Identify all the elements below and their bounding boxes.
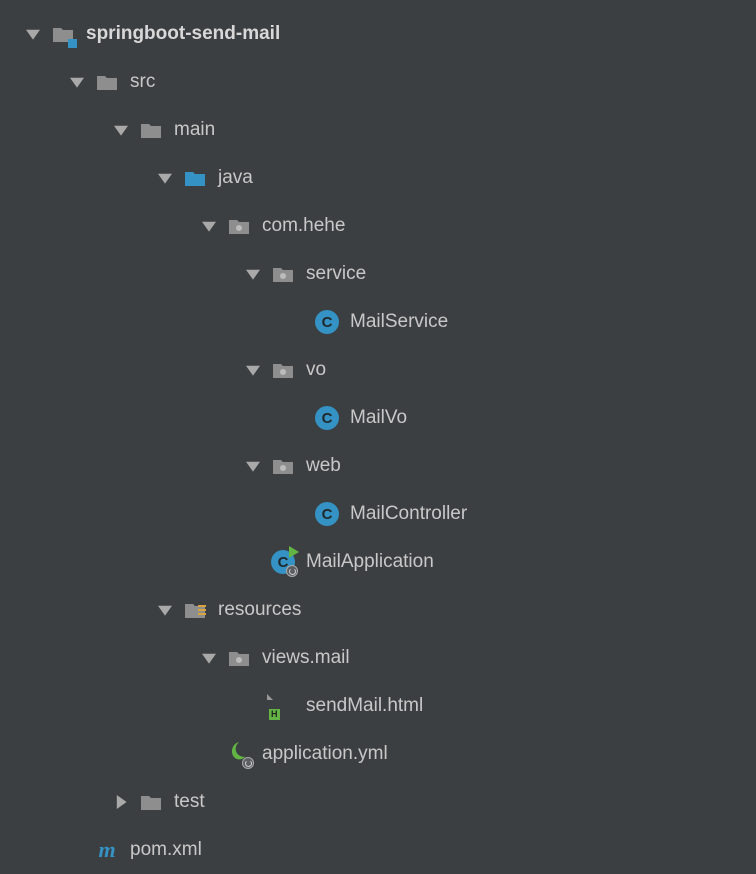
tree-node-label: springboot-send-mail <box>86 23 280 45</box>
folder-icon <box>94 69 120 95</box>
tree-node-main[interactable]: main <box>0 106 756 154</box>
package-icon <box>270 261 296 287</box>
tree-node-label: sendMail.html <box>306 695 423 717</box>
tree-node-mail-vo[interactable]: C MailVo <box>0 394 756 442</box>
chevron-down-icon[interactable] <box>110 119 132 141</box>
package-icon <box>270 357 296 383</box>
tree-node-label: pom.xml <box>130 839 202 861</box>
tree-node-web[interactable]: web <box>0 442 756 490</box>
tree-node-mail-application[interactable]: C MailApplication <box>0 538 756 586</box>
tree-node-label: main <box>174 119 215 141</box>
chevron-down-icon[interactable] <box>242 455 264 477</box>
tree-node-package-root[interactable]: com.hehe <box>0 202 756 250</box>
tree-node-label: application.yml <box>262 743 388 765</box>
tree-node-resources[interactable]: resources <box>0 586 756 634</box>
html-file-icon: H <box>270 693 296 719</box>
tree-node-vo[interactable]: vo <box>0 346 756 394</box>
tree-node-label: MailVo <box>350 407 407 429</box>
source-folder-icon <box>182 165 208 191</box>
tree-node-service[interactable]: service <box>0 250 756 298</box>
chevron-down-icon[interactable] <box>22 23 44 45</box>
chevron-down-icon[interactable] <box>242 263 264 285</box>
chevron-down-icon[interactable] <box>66 71 88 93</box>
tree-node-label: views.mail <box>262 647 350 669</box>
tree-node-label: service <box>306 263 366 285</box>
java-class-icon: C <box>314 405 340 431</box>
tree-node-src[interactable]: src <box>0 58 756 106</box>
chevron-right-icon[interactable] <box>110 791 132 813</box>
tree-node-mail-controller[interactable]: C MailController <box>0 490 756 538</box>
module-folder-icon <box>50 21 76 47</box>
tree-node-label: web <box>306 455 341 477</box>
tree-node-label: vo <box>306 359 326 381</box>
tree-node-label: test <box>174 791 205 813</box>
tree-node-application-yml[interactable]: application.yml <box>0 730 756 778</box>
folder-icon <box>138 789 164 815</box>
tree-node-java[interactable]: java <box>0 154 756 202</box>
tree-node-label: src <box>130 71 155 93</box>
tree-node-label: MailService <box>350 311 448 333</box>
java-class-icon: C <box>314 501 340 527</box>
java-class-icon: C <box>314 309 340 335</box>
maven-file-icon: m <box>94 837 120 863</box>
tree-node-send-mail-html[interactable]: H sendMail.html <box>0 682 756 730</box>
tree-node-label: com.hehe <box>262 215 345 237</box>
chevron-down-icon[interactable] <box>154 167 176 189</box>
folder-icon <box>138 117 164 143</box>
java-runnable-class-icon: C <box>270 549 296 575</box>
chevron-down-icon[interactable] <box>198 647 220 669</box>
package-icon <box>226 645 252 671</box>
tree-node-label: MailController <box>350 503 467 525</box>
tree-node-mail-service[interactable]: C MailService <box>0 298 756 346</box>
tree-node-label: java <box>218 167 253 189</box>
tree-node-project-root[interactable]: springboot-send-mail <box>0 10 756 58</box>
chevron-down-icon[interactable] <box>198 215 220 237</box>
resources-folder-icon <box>182 597 208 623</box>
tree-node-pom-xml[interactable]: m pom.xml <box>0 826 756 874</box>
tree-node-label: resources <box>218 599 301 621</box>
tree-node-test[interactable]: test <box>0 778 756 826</box>
spring-config-icon <box>226 741 252 767</box>
package-icon <box>270 453 296 479</box>
chevron-down-icon[interactable] <box>242 359 264 381</box>
chevron-down-icon[interactable] <box>154 599 176 621</box>
package-icon <box>226 213 252 239</box>
tree-node-label: MailApplication <box>306 551 434 573</box>
tree-node-views-mail[interactable]: views.mail <box>0 634 756 682</box>
